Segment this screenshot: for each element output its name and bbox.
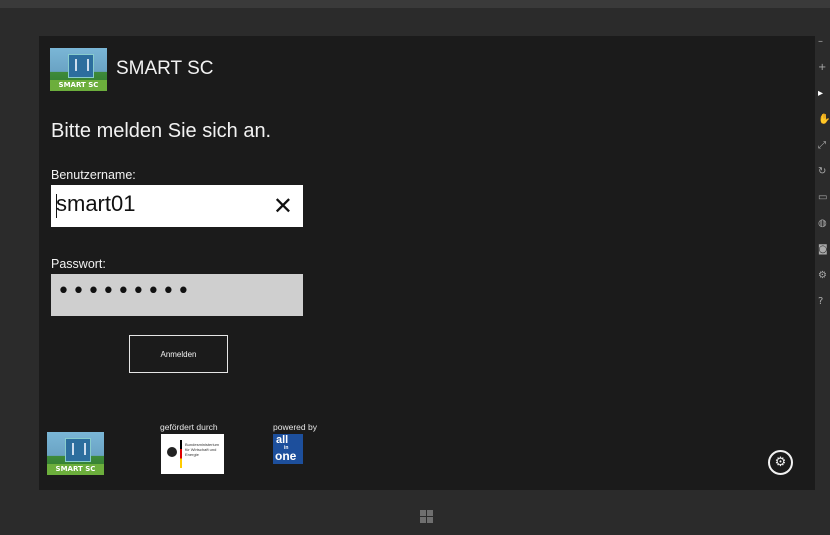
footer-logo-text: SMART SC (47, 464, 104, 475)
bmwi-text: Bundesministerium für Wirtschaft und Ene… (185, 442, 220, 457)
clear-icon[interactable]: ✕ (273, 191, 293, 221)
logo-text: SMART SC (50, 79, 107, 91)
username-input[interactable]: smart01 ✕ (51, 185, 303, 227)
funded-by-label: gefördert durch (160, 422, 218, 432)
container-icon (68, 53, 94, 78)
toolbar-minus-icon[interactable]: – (818, 36, 830, 62)
toolbar-screen-icon[interactable]: ▭ (818, 192, 830, 218)
window-top-bar (0, 0, 830, 8)
allinone-one: one (275, 449, 297, 463)
toolbar-hand-icon[interactable]: ✋ (818, 114, 830, 140)
password-label: Passwort: (51, 257, 106, 271)
password-mask: ••••••••• (57, 279, 192, 304)
toolbar-globe-icon[interactable]: ◍ (818, 218, 830, 244)
username-value: smart01 (56, 191, 136, 216)
flag-stripe (180, 440, 182, 468)
toolbar-rotate-icon[interactable]: ↻ (818, 166, 830, 192)
container-icon (65, 438, 91, 462)
toolbar-help-icon[interactable]: ? (818, 296, 830, 322)
powered-by-label: powered by (273, 422, 317, 432)
windows-icon[interactable] (420, 510, 433, 523)
app-header: SMART SC SMART SC (50, 47, 214, 91)
toolbar-settings-icon[interactable]: ⚙ (818, 270, 830, 296)
allinone-logo: all in one (273, 434, 303, 464)
footer-logo: SMART SC (47, 432, 104, 475)
toolbar-plus-icon[interactable]: + (818, 62, 830, 88)
app-logo: SMART SC (50, 47, 107, 91)
toolbar-pointer-icon[interactable]: ▸ (818, 88, 830, 114)
toolbar-camera-icon[interactable]: ◙ (818, 244, 830, 270)
eagle-icon (167, 447, 177, 457)
app-title: SMART SC (116, 58, 214, 79)
username-label: Benutzername: (51, 168, 136, 182)
toolbar-pinch-icon[interactable]: ⤢ (818, 140, 830, 166)
app-screen: SMART SC SMART SC Bitte melden Sie sich … (39, 36, 815, 490)
login-headline: Bitte melden Sie sich an. (51, 120, 272, 142)
password-input[interactable]: ••••••••• (51, 274, 303, 316)
login-button[interactable]: Anmelden (129, 335, 228, 373)
bmwi-logo: Bundesministerium für Wirtschaft und Ene… (161, 434, 224, 474)
side-toolbar: – + ▸ ✋ ⤢ ↻ ▭ ◍ ◙ ⚙ ? (818, 36, 830, 376)
settings-gear-icon[interactable]: ⚙ (768, 450, 793, 475)
